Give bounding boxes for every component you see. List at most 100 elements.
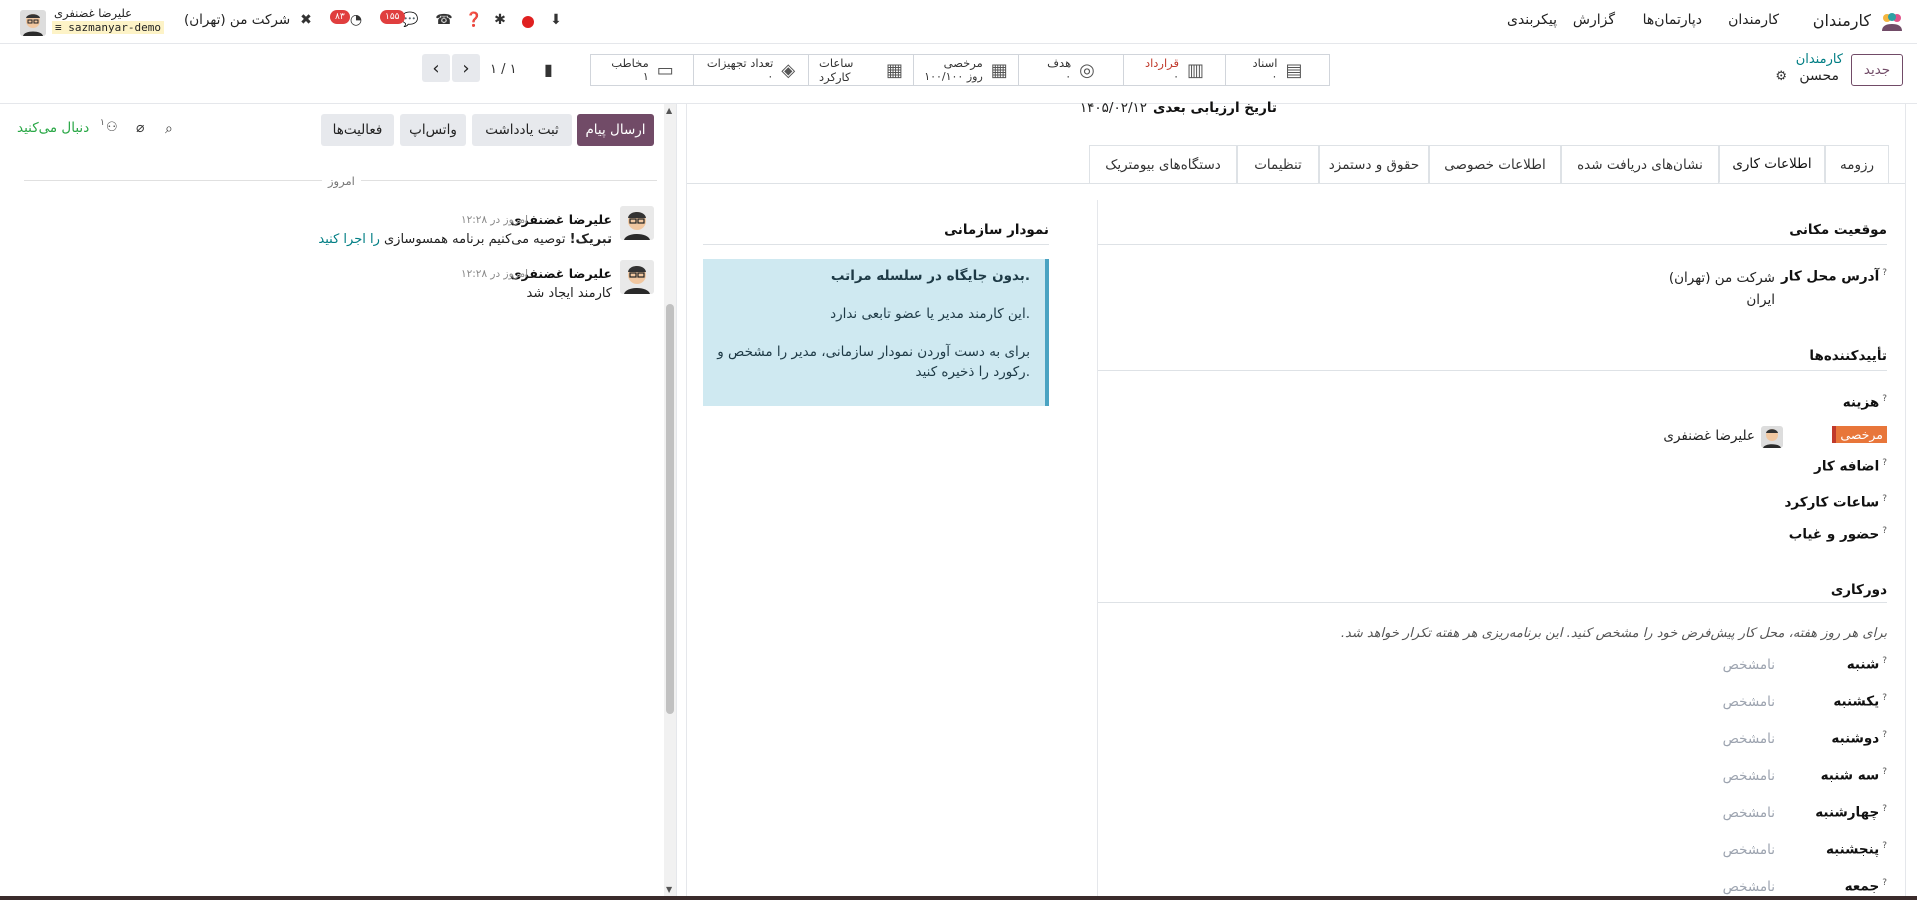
help-tooltip-icon[interactable]: ? <box>1882 767 1887 777</box>
help-tooltip-icon[interactable]: ? <box>1882 526 1887 536</box>
stat-work-hours[interactable]: ▦ ساعات کارکرد <box>809 54 914 86</box>
help-tooltip-icon[interactable]: ? <box>1882 693 1887 703</box>
help-tooltip-icon[interactable]: ? <box>1882 804 1887 814</box>
breadcrumb-current: محسن <box>1799 68 1839 84</box>
overtime-label-text: اضافه کار <box>1814 458 1880 475</box>
help-tooltip-icon[interactable]: ? <box>1882 458 1887 468</box>
menu-configuration[interactable]: پیکربندی <box>1507 12 1557 28</box>
menu-employees[interactable]: کارمندان <box>1728 12 1779 28</box>
tab-payroll[interactable]: حقوق و دستمزد <box>1319 145 1429 183</box>
stat-goals[interactable]: ◎ هدف ۰ <box>1019 54 1124 86</box>
remote-day-value[interactable]: نامشخص <box>1723 768 1775 784</box>
location-section-title: موقعیت مکانی <box>1789 222 1887 238</box>
tab-received-badges[interactable]: نشان‌های دریافت شده <box>1561 145 1719 183</box>
scrollbar-thumb[interactable] <box>666 304 674 714</box>
tab-work-information[interactable]: اطلاعات کاری <box>1719 145 1825 183</box>
target-icon: ◎ <box>1079 59 1095 81</box>
work-address-label: آدرس محل کار? <box>1781 268 1887 285</box>
calendar-icon: ▦ <box>885 59 903 81</box>
expense-label-text: هزینه <box>1842 394 1880 411</box>
pager-next-button[interactable]: › <box>452 54 480 82</box>
help-tooltip-icon[interactable]: ? <box>1882 268 1887 278</box>
user-avatar[interactable] <box>20 10 46 36</box>
timeoff-approver-name[interactable]: علیرضا غضنفری <box>1663 428 1755 444</box>
log-note-button[interactable]: ثبت یادداشت <box>472 114 572 146</box>
followers-count[interactable]: ۱ <box>100 118 105 128</box>
scroll-up-arrow[interactable]: ▲ <box>666 106 672 115</box>
stat-contacts[interactable]: ▭ مخاطب ۱ <box>592 54 694 86</box>
calendar-icon: ▦ <box>990 59 1008 81</box>
work-address-line2[interactable]: ایران <box>1746 292 1775 308</box>
stat-timeoff[interactable]: ▦ مرخصی ۱۰۰/۱۰۰ روز <box>914 54 1019 86</box>
tab-private-information[interactable]: اطلاعات خصوصی <box>1429 145 1561 183</box>
user-name[interactable]: علیرضا غضنفری <box>54 6 132 20</box>
settings-tools-icon[interactable]: ✖ <box>296 12 316 32</box>
expense-approver-label: هزینه? <box>1843 394 1887 411</box>
help-tooltip-icon[interactable]: ? <box>1882 730 1887 740</box>
org-chart-alert-line2a: برای به دست آوردن نمودار سازمانی، مدیر ر… <box>717 344 1030 360</box>
section-separator <box>1098 244 1887 245</box>
stat-documents-value: ۰ <box>1271 70 1278 83</box>
section-separator <box>1098 370 1887 371</box>
stat-contacts-label: مخاطب <box>611 56 649 70</box>
chatter-scrollbar[interactable]: ▲ ▼ <box>664 104 676 896</box>
tab-settings[interactable]: تنظیمات <box>1237 145 1319 183</box>
help-tooltip-icon[interactable]: ? <box>1882 494 1887 504</box>
stat-equipment[interactable]: ◈ تعداد تجهیزات ۰ <box>694 54 809 86</box>
attendance-label-text: حضور و غیاب <box>1788 526 1880 543</box>
tab-biometric-devices[interactable]: دستگاه‌های بیومتریک <box>1089 145 1237 183</box>
remote-work-hint: برای هر روز هفته، محل کار پیش‌فرض خود را… <box>1340 626 1887 641</box>
menu-reporting[interactable]: گزارش <box>1573 12 1615 28</box>
stat-timeoff-value: ۱۰۰/۱۰۰ روز <box>924 70 983 83</box>
remote-day-value[interactable]: نامشخص <box>1723 657 1775 673</box>
debug-bug-icon[interactable]: ✱ <box>490 12 510 32</box>
tab-resume[interactable]: رزومه <box>1825 145 1889 183</box>
timesheet-approver-label: ساعات کارکرد? <box>1784 494 1887 511</box>
overtime-approver-label: اضافه کار? <box>1814 458 1887 475</box>
stat-contracts[interactable]: ▥ قرارداد ۰ <box>1124 54 1226 86</box>
chevron-right-icon: › <box>462 57 470 79</box>
database-name: ≡ sazmanyar-demo <box>52 21 164 34</box>
search-icon[interactable]: ⌕ <box>165 121 173 137</box>
remote-day-value[interactable]: نامشخص <box>1723 842 1775 858</box>
pager-prev-button[interactable]: ‹ <box>422 54 450 82</box>
help-tooltip-icon[interactable]: ? <box>1882 656 1887 666</box>
next-review-value[interactable]: ۱۴۰۵/۰۲/۱۲ <box>1080 100 1147 116</box>
breadcrumb-parent[interactable]: کارمندان <box>1796 52 1843 67</box>
stat-documents[interactable]: ▤ اسناد ۰ <box>1226 54 1330 86</box>
whatsapp-button[interactable]: واتس‌اپ <box>400 114 466 146</box>
remote-day-value[interactable]: نامشخص <box>1723 731 1775 747</box>
org-chart-alert-line2b: رکورد را ذخیره کنید. <box>915 364 1030 380</box>
onboarding-link[interactable]: را اجرا کنید <box>318 232 379 247</box>
bookmark-icon[interactable]: ▮ <box>544 60 553 79</box>
remote-day-value[interactable]: نامشخص <box>1723 805 1775 821</box>
remote-day-value[interactable]: نامشخص <box>1723 879 1775 895</box>
help-tooltip-icon[interactable]: ? <box>1882 394 1887 404</box>
remote-day-label-text: پنجشنبه <box>1825 841 1880 858</box>
app-icon[interactable] <box>1881 12 1903 32</box>
download-icon[interactable]: ⬇ <box>546 12 566 32</box>
help-icon[interactable]: ❓ <box>464 12 484 32</box>
id-card-icon: ▭ <box>656 59 674 81</box>
org-chart-title: نمودار سازمانی <box>944 222 1049 238</box>
app-name[interactable]: کارمندان <box>1813 11 1871 30</box>
org-chart-alert-title: بدون جایگاه در سلسله مراتب. <box>830 268 1030 284</box>
follow-button[interactable]: دنبال می‌کنید <box>17 120 89 136</box>
scroll-down-arrow[interactable]: ▼ <box>666 885 672 894</box>
remote-day-value[interactable]: نامشخص <box>1723 694 1775 710</box>
phone-icon[interactable]: ☎ <box>434 12 454 32</box>
record-icon[interactable] <box>518 12 538 32</box>
help-tooltip-icon[interactable]: ? <box>1882 841 1887 851</box>
activities-button[interactable]: فعالیت‌ها <box>321 114 394 146</box>
help-tooltip-icon[interactable]: ? <box>1882 878 1887 888</box>
followers-user-icon[interactable]: ⚇ <box>106 120 118 135</box>
gear-icon[interactable]: ⚙ <box>1775 69 1787 84</box>
chatter-panel: ارسال پیام ثبت یادداشت واتس‌اپ فعالیت‌ها… <box>0 104 677 900</box>
new-button[interactable]: جدید <box>1851 54 1903 86</box>
attachment-icon[interactable]: ⌀ <box>136 120 144 136</box>
menu-departments[interactable]: دپارتمان‌ها <box>1643 12 1702 28</box>
company-switcher[interactable]: شرکت من (تهران) <box>184 12 290 28</box>
work-address-line1[interactable]: شرکت من (تهران) <box>1669 270 1775 286</box>
send-message-button[interactable]: ارسال پیام <box>577 114 654 146</box>
pager-value[interactable]: ۱ / ۱ <box>490 62 517 77</box>
